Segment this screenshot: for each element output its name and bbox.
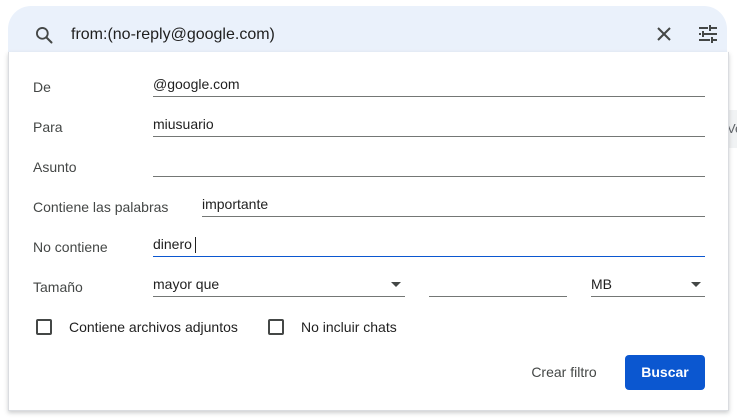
dropdown-arrow-icon (691, 282, 701, 287)
from-field[interactable] (153, 74, 705, 97)
has-words-input[interactable] (202, 194, 705, 214)
search-icon[interactable] (34, 25, 54, 50)
doesnt-have-field[interactable] (153, 234, 705, 257)
exclude-chats-checkbox[interactable] (268, 319, 284, 335)
dropdown-arrow-icon (391, 282, 401, 287)
subject-label: Asunto (33, 159, 77, 175)
subject-input[interactable] (153, 154, 705, 174)
exclude-chats-label: No incluir chats (301, 319, 397, 335)
search-button[interactable]: Buscar (625, 355, 705, 390)
advanced-search-panel: De Para Asunto Contiene las palabras No … (8, 52, 729, 411)
to-label: Para (33, 119, 63, 135)
search-query[interactable]: from:(no-reply@google.com) (71, 25, 275, 45)
from-label: De (33, 79, 51, 95)
to-input[interactable] (153, 114, 705, 134)
doesnt-have-label: No contiene (33, 239, 108, 255)
to-field[interactable] (153, 114, 705, 137)
size-value-field[interactable] (429, 274, 567, 297)
has-attachment-label: Contiene archivos adjuntos (69, 319, 238, 335)
subject-field[interactable] (153, 154, 705, 177)
size-label: Tamaño (33, 279, 83, 295)
has-words-label: Contiene las palabras (33, 199, 169, 215)
size-value-input[interactable] (429, 274, 567, 294)
size-operator-value: mayor que (153, 276, 220, 292)
text-cursor (195, 237, 196, 253)
size-unit-select[interactable]: MB (591, 274, 705, 297)
clear-search-icon[interactable] (655, 25, 673, 48)
has-words-field[interactable] (202, 194, 705, 217)
search-options-icon[interactable] (697, 24, 719, 49)
has-attachment-checkbox[interactable] (36, 319, 52, 335)
create-filter-button[interactable]: Crear filtro (521, 355, 607, 389)
size-unit-value: MB (591, 276, 612, 292)
size-operator-select[interactable]: mayor que (153, 274, 405, 297)
from-input[interactable] (153, 74, 705, 94)
doesnt-have-input[interactable] (153, 234, 705, 254)
search-bar[interactable]: from:(no-reply@google.com) (8, 6, 727, 52)
